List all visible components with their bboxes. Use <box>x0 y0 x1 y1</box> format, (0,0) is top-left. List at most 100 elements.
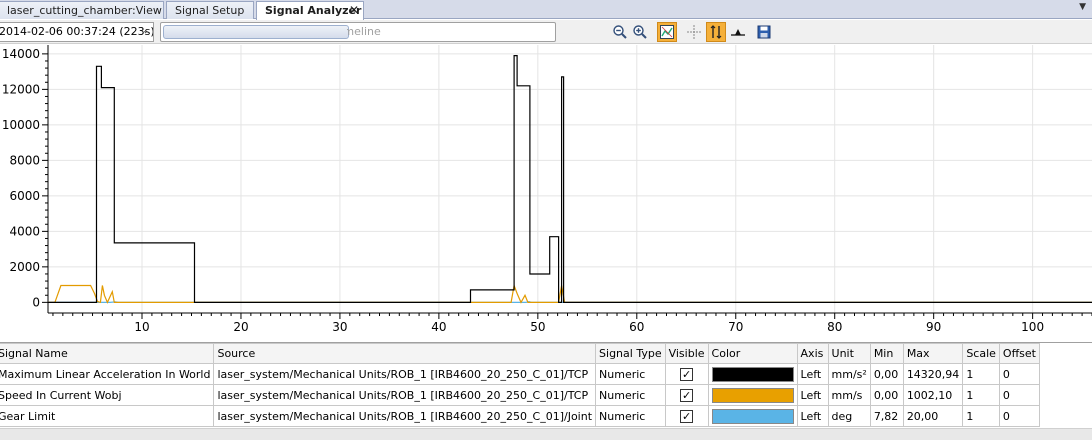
scale-cell[interactable]: 1 <box>962 384 1000 406</box>
tab-label: laser_cutting_chamber:View1 <box>7 4 164 17</box>
signal-name-cell[interactable]: Gear Limit <box>0 405 215 427</box>
x-tick-label: 90 <box>926 320 941 334</box>
y-tick-label: 0 <box>32 295 40 309</box>
visible-cell: ✓ <box>664 405 709 427</box>
offset-cell[interactable]: 0 <box>998 363 1040 385</box>
axis-cell[interactable]: Left <box>796 405 829 427</box>
y-tick-label: 12000 <box>2 82 40 96</box>
y-tick-label: 4000 <box>9 224 40 238</box>
tab-label: Signal Analyzer <box>265 4 362 17</box>
fit-view-icon[interactable] <box>657 22 677 42</box>
column-header[interactable]: Unit <box>827 343 871 364</box>
x-tick-label: 70 <box>728 320 743 334</box>
x-tick-label: 60 <box>629 320 644 334</box>
x-tick-label: 30 <box>332 320 347 334</box>
column-header[interactable]: Min <box>869 343 904 364</box>
x-tick-label: 100 <box>1021 320 1044 334</box>
signal-type-cell[interactable]: Numeric <box>595 363 666 385</box>
unit-cell: mm/s <box>827 384 871 406</box>
y-tick-label: 2000 <box>9 260 40 274</box>
offset-cell[interactable]: 0 <box>998 405 1040 427</box>
vertical-fit-icon[interactable] <box>706 22 726 42</box>
signal-type-cell[interactable]: Numeric <box>595 384 666 406</box>
source-cell: laser_system/Mechanical Units/ROB_1 [IRB… <box>213 363 597 385</box>
y-tick-label: 10000 <box>2 118 40 132</box>
zoom-out-icon[interactable] <box>610 22 630 42</box>
zoom-in-icon[interactable] <box>630 22 650 42</box>
scale-cell[interactable]: 1 <box>962 363 1000 385</box>
color-swatch[interactable] <box>711 366 794 382</box>
source-cell: laser_system/Mechanical Units/ROB_1 [IRB… <box>213 405 597 427</box>
visible-checkbox[interactable]: ✓ <box>680 367 694 381</box>
column-header[interactable]: Scale <box>962 343 1000 364</box>
tab-label: Signal Setup <box>175 4 245 17</box>
column-header[interactable]: Color <box>707 343 798 364</box>
color-swatch[interactable] <box>711 387 794 403</box>
tab-signal-analyzer[interactable]: Signal Analyzer ✕ <box>256 1 364 20</box>
save-icon[interactable] <box>754 22 774 42</box>
table-row[interactable]: Gear Limit laser_system/Mechanical Units… <box>0 405 1040 427</box>
table-header-row: Signal Name Source Signal Type Visible C… <box>0 343 1040 364</box>
x-tick-label: 20 <box>233 320 248 334</box>
signal-name-cell[interactable]: Speed In Current Wobj <box>0 384 215 406</box>
color-swatch[interactable] <box>711 408 794 424</box>
document-tab-strip: laser_cutting_chamber:View1 Signal Setup… <box>0 0 1092 20</box>
visible-cell: ✓ <box>664 363 709 385</box>
max-cell: 14320,94 <box>902 363 964 385</box>
visible-checkbox[interactable]: ✓ <box>680 409 694 423</box>
timeline-scroll-thumb[interactable] <box>163 25 349 39</box>
signal-chart[interactable]: 10 20 30 40 50 60 70 80 90 100 0 2000 4000 6000 8000 10… <box>0 45 1092 341</box>
y-tick-label: 14000 <box>2 47 40 61</box>
tab-list-dropdown-icon[interactable]: ▼ <box>1079 2 1086 12</box>
scale-cell[interactable]: 1 <box>962 405 1000 427</box>
axis-cell[interactable]: Left <box>796 363 829 385</box>
color-cell <box>707 363 798 385</box>
column-header[interactable]: Offset <box>998 343 1040 364</box>
recording-select[interactable]: 2014-02-06 00:37:24 (223s) ⌄ <box>0 22 154 42</box>
column-header[interactable]: Axis <box>796 343 829 364</box>
column-header[interactable]: Signal Name <box>0 343 215 364</box>
color-cell <box>707 405 798 427</box>
max-cell: 1002,10 <box>902 384 964 406</box>
signal-chart-svg[interactable]: 10 20 30 40 50 60 70 80 90 100 0 2000 4000 6000 8000 10… <box>0 45 1092 341</box>
analyzer-toolbar: 2014-02-06 00:37:24 (223s) ⌄ Timeline <box>0 20 1092 44</box>
unit-cell: deg <box>827 405 871 427</box>
series-line <box>48 283 1092 304</box>
color-cell <box>707 384 798 406</box>
x-tick-label: 80 <box>827 320 842 334</box>
table-horizontal-scrollbar[interactable] <box>0 428 1092 440</box>
table-row[interactable]: Speed In Current Wobj laser_system/Mecha… <box>0 384 1040 406</box>
visible-checkbox[interactable]: ✓ <box>680 388 694 402</box>
min-cell: 0,00 <box>869 384 904 406</box>
column-header[interactable]: Visible <box>664 343 709 364</box>
source-cell: laser_system/Mechanical Units/ROB_1 [IRB… <box>213 384 597 406</box>
y-tick-label: 8000 <box>9 153 40 167</box>
unit-cell: mm/s² <box>827 363 871 385</box>
table-row[interactable]: Maximum Linear Acceleration In World las… <box>0 363 1040 385</box>
offset-cell[interactable]: 0 <box>998 384 1040 406</box>
signal-type-cell[interactable]: Numeric <box>595 405 666 427</box>
max-cell: 20,00 <box>902 405 964 427</box>
column-header[interactable]: Signal Type <box>595 343 666 364</box>
chevron-down-icon: ⌄ <box>142 26 149 35</box>
signal-name-cell[interactable]: Maximum Linear Acceleration In World <box>0 363 215 385</box>
x-tick-label: 40 <box>431 320 446 334</box>
axis-cell[interactable]: Left <box>796 384 829 406</box>
x-tick-label: 50 <box>530 320 545 334</box>
visible-cell: ✓ <box>664 384 709 406</box>
series-line <box>48 55 1092 303</box>
min-cell: 0,00 <box>869 363 904 385</box>
column-header[interactable]: Max <box>902 343 964 364</box>
signal-table: Signal Name Source Signal Type Visible C… <box>0 342 1092 428</box>
close-tab-icon[interactable]: ✕ <box>349 3 359 17</box>
y-tick-label: 6000 <box>9 189 40 203</box>
marker-icon[interactable] <box>728 22 748 42</box>
timeline-input[interactable]: Timeline <box>160 22 556 42</box>
tab-view1[interactable]: laser_cutting_chamber:View1 <box>0 1 164 19</box>
min-cell: 7,82 <box>869 405 904 427</box>
x-tick-label: 10 <box>134 320 149 334</box>
tab-signal-setup[interactable]: Signal Setup <box>166 1 254 19</box>
crosshair-icon[interactable] <box>684 22 704 42</box>
column-header[interactable]: Source <box>213 343 597 364</box>
recording-select-value: 2014-02-06 00:37:24 (223s) <box>0 25 154 38</box>
